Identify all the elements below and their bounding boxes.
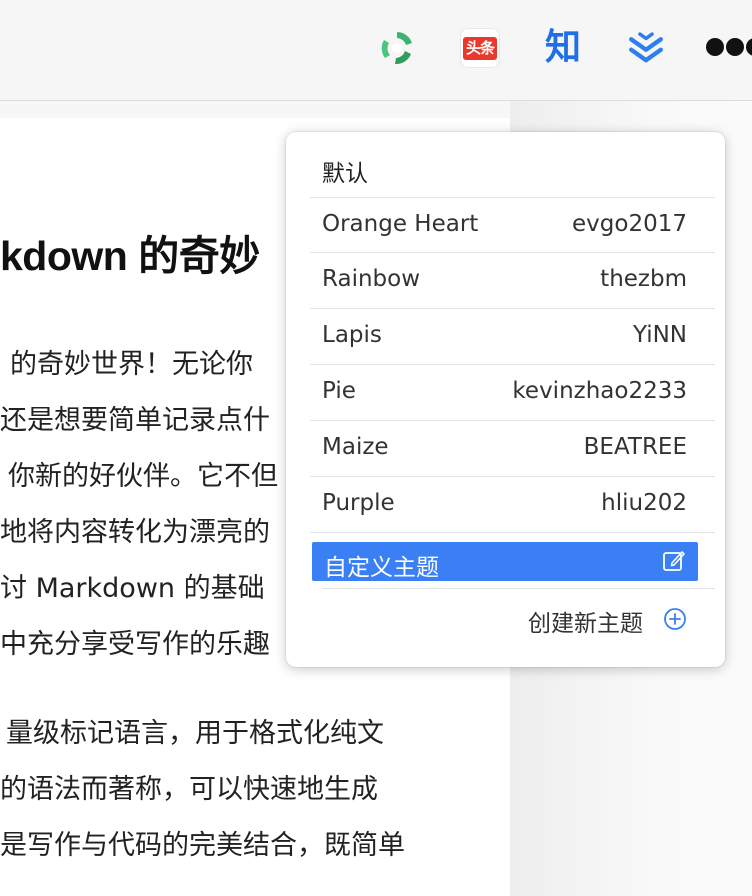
dot bbox=[706, 38, 724, 56]
theme-name: Purple bbox=[322, 490, 395, 516]
theme-name: Pie bbox=[322, 378, 356, 404]
menu-item-theme[interactable]: Maize BEATREE bbox=[310, 421, 715, 477]
menu-item-theme[interactable]: Purple hliu202 bbox=[310, 477, 715, 533]
dot bbox=[726, 38, 744, 56]
zhihu-icon[interactable]: 知 bbox=[543, 28, 583, 68]
dot bbox=[746, 38, 752, 56]
toutiao-badge: 头条 bbox=[460, 28, 500, 68]
paragraph-line: 量级标记语言，用于格式化纯文 bbox=[6, 718, 384, 749]
toutiao-text: 头条 bbox=[462, 36, 497, 60]
menu-item-theme[interactable]: Rainbow thezbm bbox=[310, 253, 715, 309]
toutiao-icon[interactable]: 头条 bbox=[460, 28, 500, 68]
paragraph-line: 讨 Markdown 的基础 bbox=[0, 573, 265, 604]
green-circular-arrows-icon-graphic bbox=[381, 32, 412, 65]
custom-theme-label: 自定义主题 bbox=[324, 555, 439, 581]
theme-name: Rainbow bbox=[322, 266, 421, 292]
menu-item-default[interactable]: 默认 bbox=[322, 154, 368, 188]
theme-author: hliu202 bbox=[601, 490, 687, 516]
blue-chevrons-icon-graphic bbox=[629, 32, 663, 63]
menu-item-theme[interactable]: Lapis YiNN bbox=[310, 309, 715, 365]
zhihu-glyph: 知 bbox=[544, 27, 581, 68]
edit-icon[interactable] bbox=[662, 549, 686, 573]
paragraph-line: 还是想要简单记录点什 bbox=[0, 405, 270, 436]
menu-item-theme[interactable]: Pie kevinzhao2233 bbox=[310, 365, 715, 421]
blue-chevrons-icon[interactable] bbox=[626, 28, 666, 68]
theme-dropdown-menu: 默认 Orange Heart evgo2017 Rainbow thezbm … bbox=[286, 132, 725, 667]
document-heading: kdown 的奇妙 bbox=[0, 233, 260, 279]
menu-item-theme[interactable]: Orange Heart evgo2017 bbox=[310, 197, 715, 253]
browser-toolbar: 头条 知 bbox=[0, 0, 752, 101]
theme-author: thezbm bbox=[600, 266, 687, 292]
paragraph-line: 的奇妙世界！无论你 bbox=[10, 349, 253, 380]
theme-author: evgo2017 bbox=[572, 211, 687, 237]
green-circular-arrows-icon[interactable] bbox=[377, 28, 417, 68]
theme-name: Orange Heart bbox=[322, 211, 479, 237]
add-circle-icon[interactable] bbox=[663, 607, 687, 631]
theme-author: kevinzhao2233 bbox=[512, 378, 687, 404]
theme-author: YiNN bbox=[632, 322, 687, 348]
menu-item-custom-theme[interactable]: 自定义主题 bbox=[312, 542, 698, 581]
theme-name: Maize bbox=[322, 434, 389, 460]
paragraph-line: 你新的好伙伴。它不但 bbox=[8, 461, 278, 492]
paragraph-line: 中充分享受写作的乐趣 bbox=[0, 629, 270, 660]
paragraph-line: 地将内容转化为漂亮的 bbox=[0, 517, 270, 548]
theme-name: Lapis bbox=[322, 322, 382, 348]
menu-divider bbox=[322, 588, 715, 589]
theme-author: BEATREE bbox=[583, 434, 687, 460]
more-extensions-icon[interactable] bbox=[706, 38, 752, 56]
paragraph-line: 的语法而著称，可以快速地生成 bbox=[0, 774, 378, 805]
create-theme-label[interactable]: 创建新主题 bbox=[528, 604, 643, 638]
paragraph-line: 是写作与代码的完美结合，既简单 bbox=[0, 830, 405, 861]
